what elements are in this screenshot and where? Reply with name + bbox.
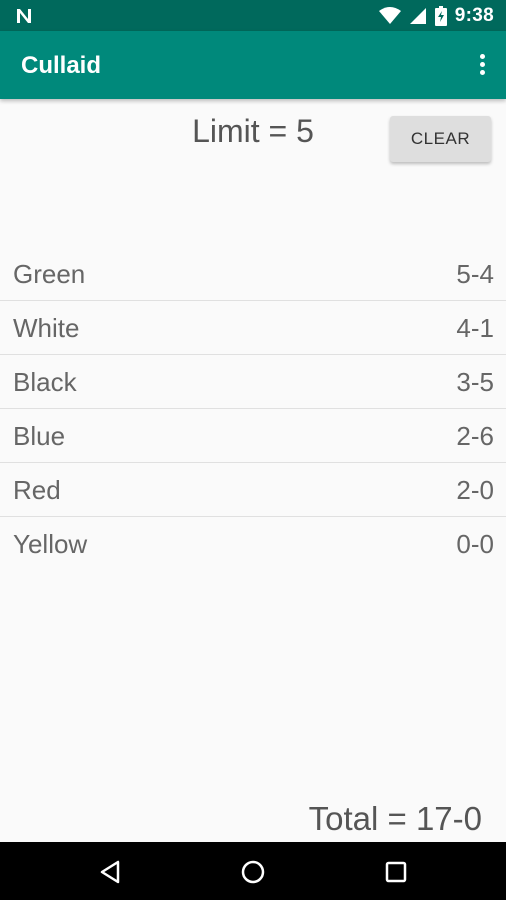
total-label: Total = 17-0 — [308, 800, 482, 837]
list-item-blue[interactable]: Blue 2-6 — [0, 409, 506, 463]
status-bar: 9:38 — [0, 0, 506, 31]
color-list: Green 5-4 White 4-1 Black 3-5 Blue 2-6 R… — [0, 247, 506, 571]
color-score: 3-5 — [456, 367, 494, 397]
list-item-red[interactable]: Red 2-0 — [0, 463, 506, 517]
color-score: 4-1 — [456, 313, 494, 343]
app-bar: Cullaid — [0, 31, 506, 99]
cell-signal-icon — [409, 8, 426, 24]
color-score: 5-4 — [456, 259, 494, 289]
list-item-black[interactable]: Black 3-5 — [0, 355, 506, 409]
clear-button[interactable]: CLEAR — [390, 116, 491, 162]
list-item-yellow[interactable]: Yellow 0-0 — [0, 517, 506, 571]
more-vert-icon[interactable] — [474, 51, 490, 79]
battery-icon — [434, 6, 447, 26]
color-name: Red — [13, 475, 61, 505]
color-name: Yellow — [13, 529, 88, 559]
status-icons: 9:38 — [378, 4, 494, 28]
recents-icon[interactable] — [381, 857, 411, 887]
wifi-icon — [378, 7, 401, 24]
navigation-bar — [0, 842, 506, 900]
color-name: Black — [13, 367, 77, 397]
color-name: Green — [13, 259, 86, 289]
color-score: 2-6 — [456, 421, 494, 451]
back-icon[interactable] — [96, 857, 126, 887]
app-title: Cullaid — [21, 52, 102, 79]
status-time: 9:38 — [454, 5, 494, 26]
color-score: 2-0 — [456, 475, 494, 505]
color-name: White — [13, 313, 80, 343]
color-name: Blue — [13, 421, 66, 451]
notification-n-icon — [17, 9, 31, 23]
home-icon[interactable] — [238, 857, 268, 887]
color-score: 0-0 — [456, 529, 494, 559]
list-item-white[interactable]: White 4-1 — [0, 301, 506, 355]
list-item-green[interactable]: Green 5-4 — [0, 247, 506, 301]
